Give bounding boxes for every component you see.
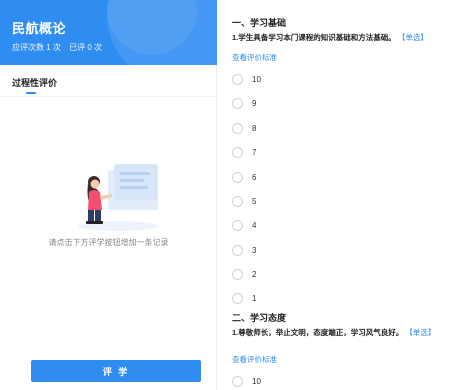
divider bbox=[0, 96, 217, 97]
radio-circle[interactable] bbox=[232, 219, 243, 231]
radio-circle[interactable] bbox=[232, 97, 243, 109]
option-radio[interactable]: 1 bbox=[232, 291, 256, 305]
section-title: 一、学习基础 bbox=[232, 18, 287, 28]
empty-state-illustration bbox=[78, 164, 158, 231]
radio-circle[interactable] bbox=[232, 122, 243, 134]
question-label: 1.尊敬师长，举止文明，态度端正，学习风气良好。 bbox=[232, 328, 404, 337]
option-label: 9 bbox=[252, 98, 257, 108]
option-label: 10 bbox=[252, 74, 261, 84]
section-title: 二、学习态度 bbox=[232, 313, 287, 323]
question-label: 1.学生具备学习本门课程的知识基础和方法基础。 bbox=[232, 33, 396, 42]
left-panel: 民航概论 应评次数 1 次 已评 0 次 过程性评价 请点击下方评学按钮增加一条… bbox=[0, 0, 217, 390]
option-label: 3 bbox=[252, 245, 257, 255]
option-radio[interactable]: 6 bbox=[232, 170, 256, 184]
option-radio[interactable]: 8 bbox=[232, 121, 256, 135]
course-banner: 民航概论 应评次数 1 次 已评 0 次 bbox=[0, 0, 217, 65]
view-criteria-link[interactable]: 查看评价标准 bbox=[232, 52, 277, 63]
option-label: 10 bbox=[252, 376, 261, 386]
radio-circle[interactable] bbox=[232, 195, 243, 207]
question-text: 1.尊敬师长，举止文明，态度端正，学习风气良好。 【单选】 bbox=[232, 327, 442, 338]
radio-circle[interactable] bbox=[232, 171, 243, 183]
course-title: 民航概论 bbox=[12, 21, 67, 36]
question-text: 1.学生具备学习本门课程的知识基础和方法基础。 【单选】 bbox=[232, 32, 442, 43]
empty-state-text: 请点击下方评学按钮增加一条记录 bbox=[48, 238, 169, 247]
option-label: 1 bbox=[252, 293, 257, 303]
option-label: 6 bbox=[252, 172, 257, 182]
option-radio[interactable]: 4 bbox=[232, 218, 256, 232]
radio-circle[interactable] bbox=[232, 268, 243, 280]
radio-circle[interactable] bbox=[232, 146, 243, 158]
question-type-tag: 【单选】 bbox=[405, 328, 436, 337]
radio-circle[interactable] bbox=[232, 244, 243, 256]
option-label: 4 bbox=[252, 220, 257, 230]
option-radio[interactable]: 3 bbox=[232, 243, 256, 257]
option-radio[interactable]: 10 bbox=[232, 72, 261, 86]
radio-circle[interactable] bbox=[232, 73, 243, 85]
option-label: 8 bbox=[252, 123, 257, 133]
evaluated-count: 已评 0 次 bbox=[69, 43, 103, 52]
option-label: 2 bbox=[252, 269, 257, 279]
evaluation-form: 一、学习基础 1.学生具备学习本门课程的知识基础和方法基础。 【单选】 查看评价… bbox=[232, 0, 460, 390]
option-label: 5 bbox=[252, 196, 257, 206]
option-label: 7 bbox=[252, 147, 257, 157]
option-radio[interactable]: 7 bbox=[232, 145, 256, 159]
option-radio[interactable]: 10 bbox=[232, 374, 261, 388]
should-evaluate-count: 应评次数 1 次 bbox=[12, 43, 61, 52]
course-counts: 应评次数 1 次 已评 0 次 bbox=[12, 42, 108, 53]
option-radio[interactable]: 5 bbox=[232, 194, 256, 208]
radio-circle[interactable] bbox=[232, 375, 243, 387]
view-criteria-link[interactable]: 查看评价标准 bbox=[232, 354, 277, 365]
question-type-tag: 【单选】 bbox=[397, 33, 428, 42]
radio-circle[interactable] bbox=[232, 292, 243, 304]
tab-process-evaluation[interactable]: 过程性评价 bbox=[12, 76, 57, 89]
option-radio[interactable]: 2 bbox=[232, 267, 256, 281]
evaluate-button[interactable]: 评 学 bbox=[31, 360, 201, 382]
option-radio[interactable]: 9 bbox=[232, 96, 256, 110]
tab-active-indicator bbox=[26, 92, 36, 94]
